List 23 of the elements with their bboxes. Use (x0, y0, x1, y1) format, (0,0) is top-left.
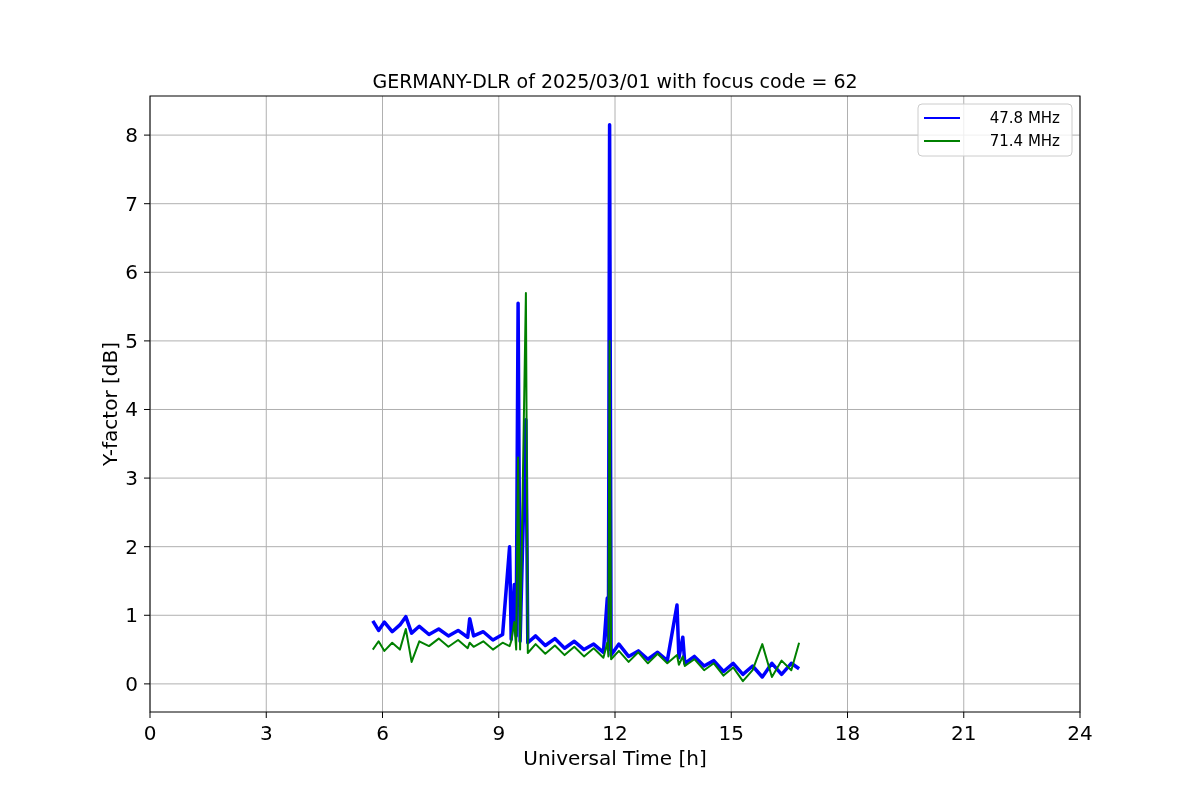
y-tick-label: 6 (125, 260, 138, 285)
y-tick-label: 5 (125, 328, 138, 353)
x-tick-label: 21 (951, 721, 977, 745)
x-tick-label: 12 (602, 721, 628, 745)
y-tick-label: 1 (125, 603, 138, 628)
y-tick-label: 7 (125, 191, 138, 216)
x-tick-label: 3 (259, 721, 273, 745)
x-tick-label: 6 (376, 721, 389, 745)
y-tick-label: 8 (125, 123, 138, 148)
x-tick-label: 9 (492, 721, 506, 745)
x-tick-label: 15 (718, 721, 744, 745)
y-axis-label: Y-factor [dB] (98, 342, 122, 466)
legend-label: 71.4 MHz (989, 132, 1060, 150)
y-tick-label: 3 (125, 466, 138, 491)
x-tick-label: 24 (1067, 721, 1093, 745)
y-tick-label: 4 (125, 397, 138, 422)
chart-title: GERMANY-DLR of 2025/03/01 with focus code = 62 (372, 70, 858, 92)
x-tick-label: 18 (834, 721, 861, 745)
x-axis-label: Universal Time [h] (523, 746, 707, 770)
x-tick-label: 0 (143, 721, 157, 745)
y-tick-label: 2 (125, 534, 138, 559)
legend-label: 47.8 MHz (989, 109, 1060, 127)
y-tick-label: 0 (125, 671, 138, 696)
